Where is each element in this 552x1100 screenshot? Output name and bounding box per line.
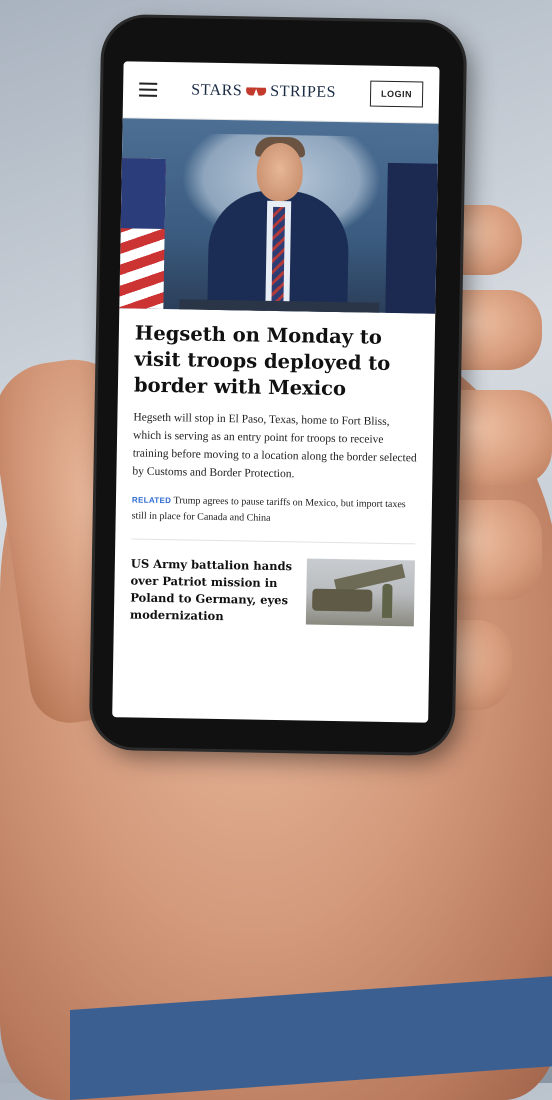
speaker-head [256, 142, 304, 202]
phone: STARS STRIPES LOGIN Hegseth on Monday to… [91, 16, 465, 754]
site-logo[interactable]: STARS STRIPES [191, 81, 336, 102]
login-button[interactable]: LOGIN [369, 80, 424, 108]
logo-mark-icon [245, 85, 267, 97]
secondary-article-thumbnail[interactable] [305, 558, 415, 627]
hamburger-menu-icon[interactable] [139, 82, 158, 97]
article-headline[interactable]: Hegseth on Monday to visit troops deploy… [134, 320, 419, 403]
related-text: Trump agrees to pause tariffs on Mexico,… [131, 495, 406, 524]
hero-image[interactable] [119, 118, 439, 314]
us-flag [119, 158, 166, 309]
thumbnail-soldier [381, 583, 393, 619]
speaker-tie [271, 206, 286, 312]
related-link[interactable]: RELATED Trump agrees to pause tariffs on… [132, 492, 417, 529]
site-header: STARS STRIPES LOGIN [122, 61, 440, 124]
logo-text-left: STARS [191, 81, 243, 100]
phone-screen: STARS STRIPES LOGIN Hegseth on Monday to… [112, 61, 440, 723]
main-article: Hegseth on Monday to visit troops deploy… [116, 308, 436, 529]
secondary-article-title[interactable]: US Army battalion hands over Patriot mis… [130, 555, 299, 626]
thumbnail-vehicle [312, 588, 373, 612]
secondary-article-card[interactable]: US Army battalion hands over Patriot mis… [114, 539, 431, 629]
logo-text-right: STRIPES [270, 82, 337, 101]
article-summary: Hegseth will stop in El Paso, Texas, hom… [132, 411, 417, 481]
seal-flag [385, 162, 438, 314]
related-tag: RELATED [131, 495, 172, 506]
